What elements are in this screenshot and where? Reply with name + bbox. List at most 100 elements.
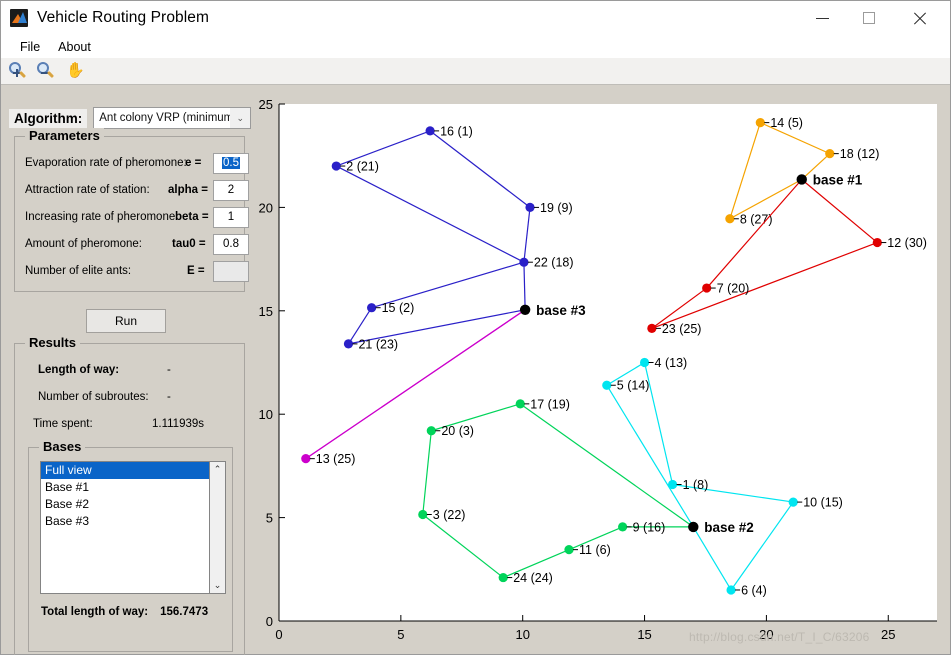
param-row-alpha: Attraction rate of station: alpha = 2 xyxy=(25,179,249,201)
node-label: 4 (13) xyxy=(655,356,688,370)
menu-item-about[interactable]: About xyxy=(49,38,100,56)
algorithm-label: Algorithm: xyxy=(9,108,88,128)
param-input-elite[interactable] xyxy=(213,260,249,282)
param-row-evaporation: Evaporation rate of pheromone: e = 0.5 xyxy=(25,152,249,174)
route-node[interactable] xyxy=(519,257,529,267)
algorithm-select[interactable]: Ant colony VRP (minimum ... ⌄ xyxy=(93,107,252,129)
routing-plot[interactable]: 0 5 10 15 20 25 0 5 10 15 20 25 22 (18) 16 (1) 2 (21) 1… xyxy=(259,85,950,654)
route-node[interactable] xyxy=(367,303,377,313)
base-dot[interactable] xyxy=(519,304,531,315)
param-row-beta: Increasing rate of pheromone: beta = 1 xyxy=(25,206,249,228)
control-panel: Algorithm: Ant colony VRP (minimum ... ⌄… xyxy=(1,85,259,655)
zoom-out-button[interactable] xyxy=(34,60,58,82)
length-of-way-value: - xyxy=(167,364,171,376)
node-label: 21 (23) xyxy=(358,337,398,351)
route-node[interactable] xyxy=(667,479,678,490)
route-node[interactable] xyxy=(647,323,657,333)
base-dot[interactable] xyxy=(688,521,699,533)
y-tick-label: 0 xyxy=(266,614,273,629)
base-dot[interactable] xyxy=(796,174,807,185)
bases-listbox[interactable]: Full view Base #1 Base #2 Base #3 xyxy=(40,461,210,594)
parameters-group: Parameters Evaporation rate of pheromone… xyxy=(14,128,249,292)
route-node[interactable] xyxy=(301,454,311,464)
bases-list-item-base-1[interactable]: Base #1 xyxy=(41,479,209,496)
result-row-length: Length of way: - xyxy=(15,364,246,382)
param-row-elite: Number of elite ants: E = xyxy=(25,260,249,282)
node-label: 6 (4) xyxy=(741,583,767,597)
bases-list-item-base-3[interactable]: Base #3 xyxy=(41,513,209,530)
x-tick-label: 5 xyxy=(397,627,404,642)
x-tick-label: 20 xyxy=(759,627,773,642)
route-node[interactable] xyxy=(825,149,835,159)
route-node[interactable] xyxy=(726,585,736,595)
param-label-beta: Increasing rate of pheromone: xyxy=(25,211,179,223)
param-label-elite: Number of elite ants: xyxy=(25,265,132,277)
node-label: 12 (30) xyxy=(887,236,927,250)
node-label: 24 (24) xyxy=(513,571,553,585)
param-symbol-tau0: tau0 = xyxy=(172,238,206,250)
maximize-button[interactable] xyxy=(846,1,892,35)
bases-scrollbar[interactable]: ⌃ ⌄ xyxy=(210,461,226,594)
application-window: Vehicle Routing Problem ◢ File About ✋ xyxy=(0,0,951,655)
bases-group: Bases Full view Base #1 Base #2 Base #3 … xyxy=(28,439,233,652)
param-label-tau0: Amount of pheromone: xyxy=(25,238,142,250)
x-tick-label: 15 xyxy=(637,627,651,642)
route-node[interactable] xyxy=(525,202,535,212)
maximize-icon xyxy=(863,12,875,24)
minimize-button[interactable] xyxy=(799,1,845,35)
route-node[interactable] xyxy=(618,522,628,532)
menu-item-file[interactable]: File xyxy=(11,38,49,56)
route-node[interactable] xyxy=(639,357,650,368)
route-node[interactable] xyxy=(564,545,574,555)
node-label: 10 (15) xyxy=(803,496,843,510)
bases-list-item-base-2[interactable]: Base #2 xyxy=(41,496,209,513)
route-node[interactable] xyxy=(872,237,882,248)
subroutes-label: Number of subroutes: xyxy=(38,391,149,403)
route-node[interactable] xyxy=(331,161,341,171)
window-title: Vehicle Routing Problem xyxy=(37,9,210,26)
param-input-beta[interactable]: 1 xyxy=(213,206,249,228)
close-button[interactable] xyxy=(896,1,942,35)
minimize-icon xyxy=(815,17,829,19)
node-label: 7 (20) xyxy=(717,282,750,296)
route-node[interactable] xyxy=(425,126,435,136)
route-node[interactable] xyxy=(515,399,525,409)
param-input-evaporation[interactable]: 0.5 xyxy=(213,152,249,174)
route-node[interactable] xyxy=(788,497,798,507)
zoom-in-icon xyxy=(9,62,27,79)
route-node[interactable] xyxy=(418,509,428,520)
param-row-tau0: Amount of pheromone: tau0 = 0.8 xyxy=(25,233,249,255)
param-symbol-E: E = xyxy=(187,265,205,277)
total-length-row: Total length of way: 156.7473 xyxy=(41,606,231,618)
route-node[interactable] xyxy=(725,214,735,224)
scroll-up-icon[interactable]: ⌃ xyxy=(214,462,222,477)
zoom-out-icon xyxy=(37,62,55,79)
y-tick-label: 5 xyxy=(266,511,273,526)
time-spent-label: Time spent: xyxy=(33,418,93,430)
node-label: 9 (16) xyxy=(633,520,666,534)
route-node[interactable] xyxy=(702,283,712,293)
scroll-down-icon[interactable]: ⌄ xyxy=(214,578,222,593)
bases-title: Bases xyxy=(39,439,86,454)
param-label-alpha: Attraction rate of station: xyxy=(25,184,150,196)
pan-button[interactable]: ✋ xyxy=(62,60,86,82)
param-symbol-alpha: alpha = xyxy=(168,184,208,196)
route-node[interactable] xyxy=(498,572,508,583)
bases-list-item-full-view[interactable]: Full view xyxy=(41,462,209,479)
run-button[interactable]: Run xyxy=(86,309,166,333)
menu-bar: File About xyxy=(1,35,950,58)
param-input-tau0[interactable]: 0.8 xyxy=(213,233,249,255)
route-node[interactable] xyxy=(602,380,612,390)
route-node[interactable] xyxy=(755,118,765,128)
route-node[interactable] xyxy=(343,339,354,349)
node-label: 16 (1) xyxy=(440,124,473,138)
parameters-title: Parameters xyxy=(25,128,104,143)
param-input-alpha[interactable]: 2 xyxy=(213,179,249,201)
node-label: 5 (14) xyxy=(617,379,650,393)
total-length-label: Total length of way: xyxy=(41,606,149,618)
zoom-in-button[interactable] xyxy=(6,60,30,82)
node-label: 13 (25) xyxy=(316,452,356,466)
total-length-value: 156.7473 xyxy=(160,606,209,618)
route-node[interactable] xyxy=(426,426,436,436)
plot-area[interactable]: 0 5 10 15 20 25 0 5 10 15 20 25 22 (18) 16 (1) 2 (21) 1… xyxy=(259,85,950,654)
